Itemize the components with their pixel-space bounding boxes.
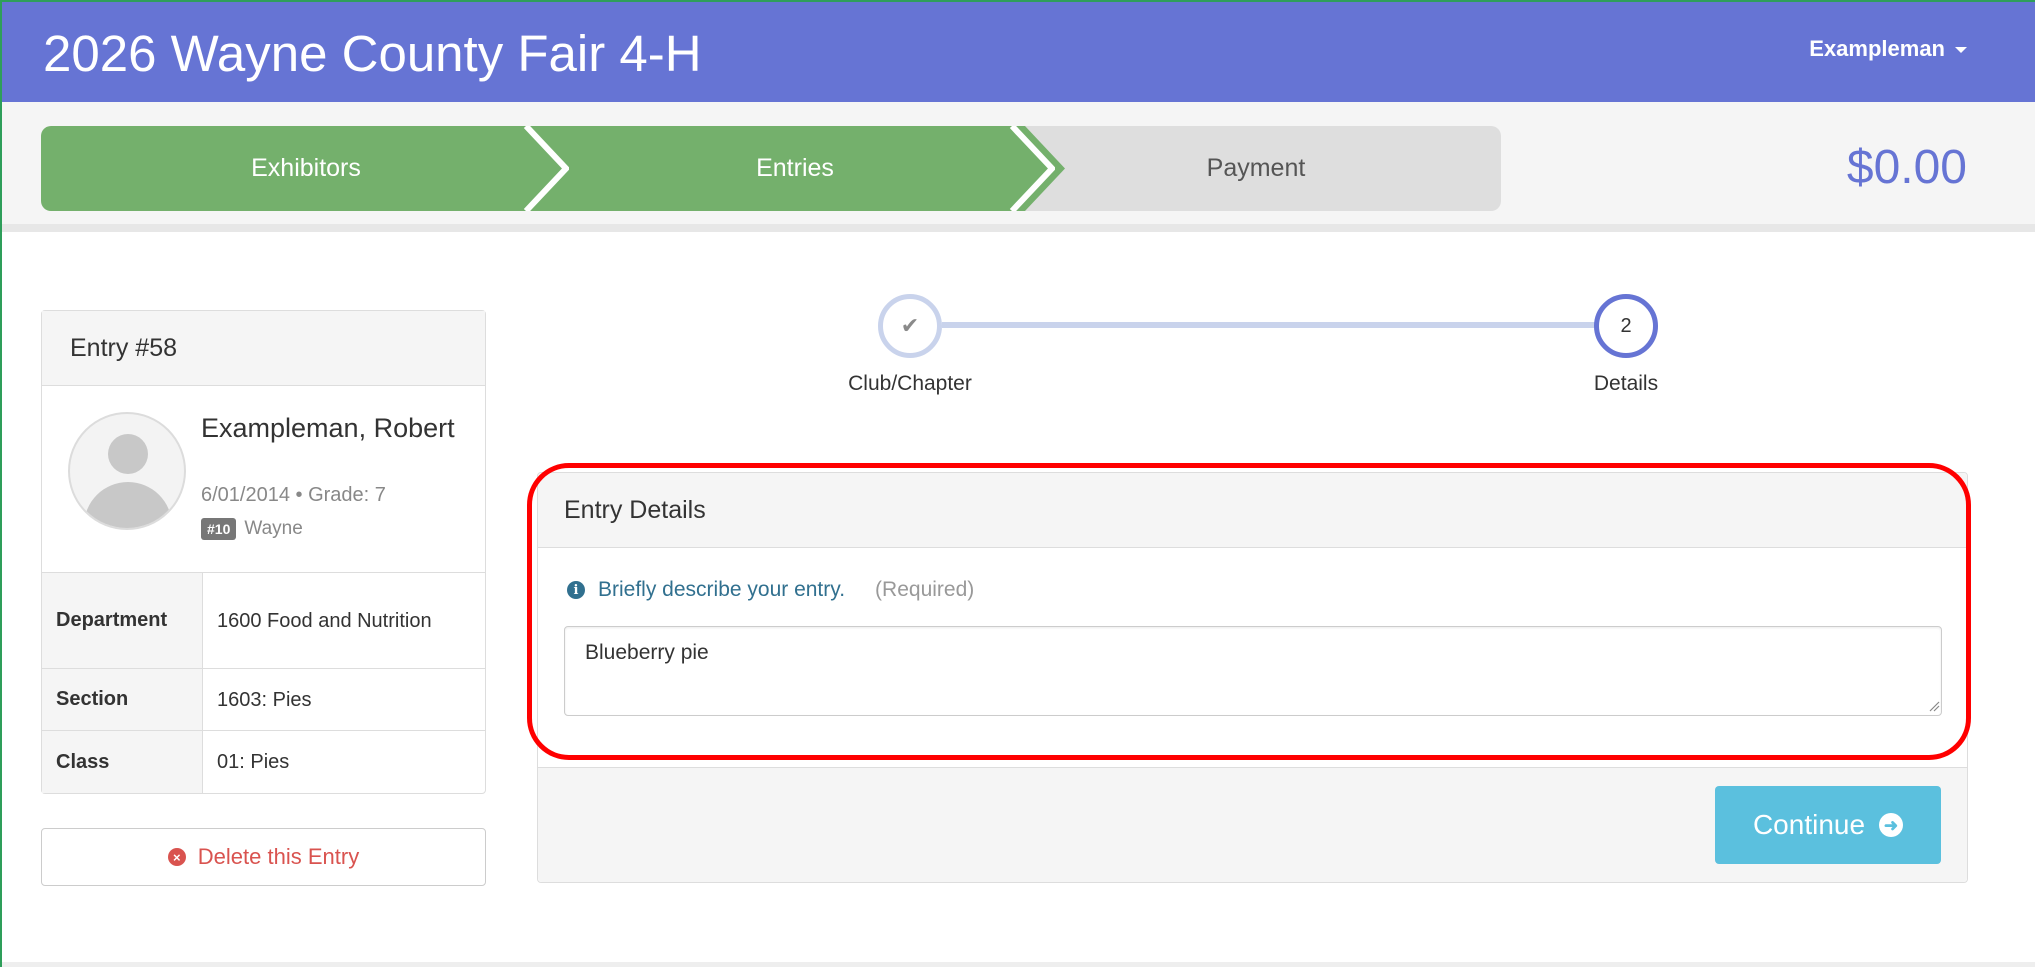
description-prompt: i Briefly describe your entry. (Required… [567, 578, 974, 602]
field-label: Department [42, 573, 203, 668]
continue-button[interactable]: Continue ➜ [1715, 786, 1941, 864]
checkmark-icon: ✔ [900, 313, 920, 338]
club-number-badge: #10 [201, 518, 237, 540]
step-label: Payment [1206, 154, 1306, 182]
step-number: 2 [1620, 314, 1632, 337]
footer-divider [2, 962, 2035, 967]
field-label: Section [42, 669, 203, 730]
step-label: Exhibitors [251, 154, 361, 182]
continue-label: Continue [1752, 809, 1866, 840]
step-divider [1009, 126, 1055, 211]
wizard-connector [942, 322, 1625, 328]
class-row: Class 01: Pies [42, 731, 485, 793]
exhibitor-info: Exampleman, Robert 6/01/2014 • Grade: 7 … [42, 386, 485, 573]
wizard-label-details: Details [1593, 372, 1659, 395]
exhibitor-club: #10 Wayne [201, 518, 303, 540]
step-label: Entries [756, 154, 834, 182]
section-row: Section 1603: Pies [42, 669, 485, 731]
field-value: 01: Pies [217, 751, 290, 773]
entry-description-input[interactable]: Blueberry pie [564, 626, 1942, 716]
checkout-progress: Exhibitors Entries Payment $0.00 [2, 102, 2035, 232]
resize-handle-icon[interactable] [1928, 700, 1940, 712]
avatar-body-shape [84, 482, 172, 528]
app-title: 2026 Wayne County Fair 4-H [43, 25, 702, 82]
user-menu[interactable]: Exampleman [1809, 36, 1967, 62]
wizard-step-details[interactable]: 2 [1594, 294, 1658, 358]
delete-entry-label: Delete this Entry [197, 844, 360, 869]
field-value: 1600 Food and Nutrition [217, 609, 432, 632]
cart-total: $0.00 [1846, 141, 1967, 194]
exhibitor-birthdate-grade: 6/01/2014 • Grade: 7 [201, 484, 386, 506]
panel-title: Entry Details [538, 473, 1967, 548]
caret-down-icon [1955, 47, 1967, 54]
wizard-label-club-chapter: Club/Chapter [848, 372, 972, 395]
progress-steps: Exhibitors Entries Payment [41, 126, 1501, 211]
step-payment[interactable]: Payment [1011, 126, 1501, 211]
delete-entry-button[interactable]: × Delete this Entry [41, 828, 486, 886]
top-navbar: 2026 Wayne County Fair 4-H Exampleman [2, 2, 2035, 102]
exhibitor-name: Exampleman, Robert [201, 413, 455, 443]
entry-summary-card: Entry #58 Exampleman, Robert 6/01/2014 •… [41, 310, 486, 794]
entry-details-panel: Entry Details i Briefly describe your en… [537, 472, 1968, 883]
required-indicator: (Required) [875, 578, 975, 601]
avatar [68, 412, 186, 530]
step-divider [523, 126, 569, 211]
wizard-step-club-chapter[interactable]: ✔ [878, 294, 942, 358]
info-icon: i [567, 581, 585, 599]
field-value: 1603: Pies [217, 688, 312, 711]
club-name: Wayne [244, 518, 303, 539]
avatar-head-shape [108, 434, 148, 474]
step-exhibitors[interactable]: Exhibitors [41, 126, 571, 211]
entry-number: Entry #58 [42, 311, 485, 386]
panel-footer: Continue ➜ [538, 767, 1967, 882]
user-name: Exampleman [1809, 36, 1945, 61]
department-row: Department 1600 Food and Nutrition [42, 573, 485, 669]
step-entries[interactable]: Entries [525, 126, 1065, 211]
arrow-right-circle-icon: ➜ [1879, 813, 1904, 837]
remove-circle-icon: × [167, 848, 186, 866]
prompt-text: Briefly describe your entry. [598, 578, 846, 601]
field-label: Class [42, 731, 203, 793]
